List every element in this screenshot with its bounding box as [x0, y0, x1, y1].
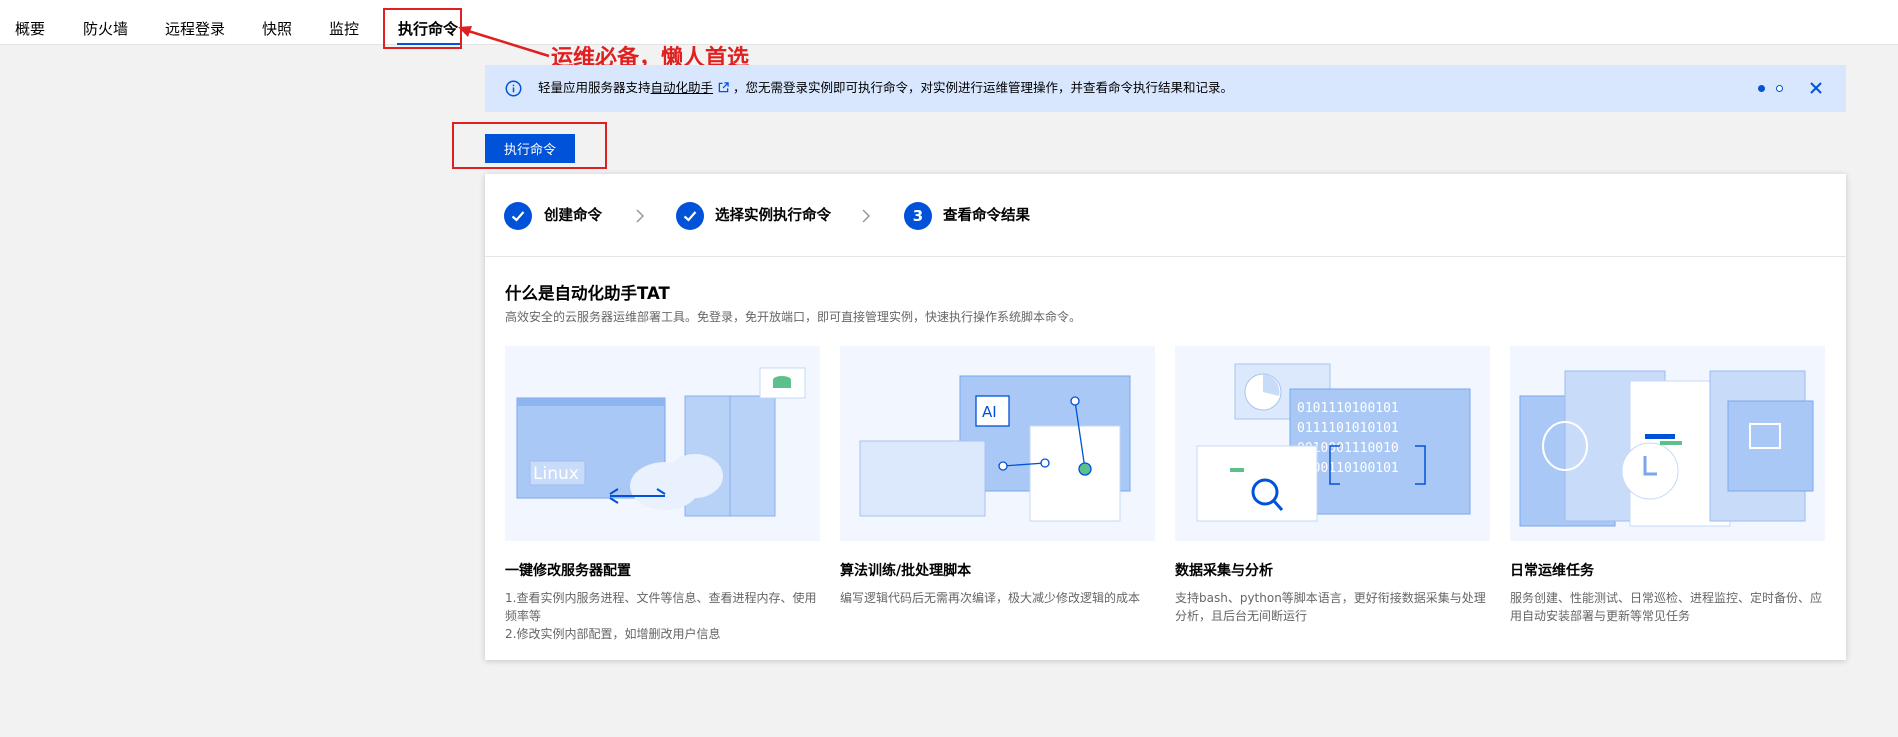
binary-text-line: 0111101010101 [1297, 421, 1399, 436]
binary-text-line: 0101110100101 [1297, 401, 1399, 416]
highlight-box-tab [383, 8, 462, 49]
feature-desc: 编写逻辑代码后无需再次编译，极大减少修改逻辑的成本 [840, 589, 1155, 607]
tab-remote-login[interactable]: 远程登录 [165, 20, 225, 38]
guide-card: 创建命令 选择实例执行命令 3 查看命令结果 什么是自动化助手TAT 高效安全的… [485, 174, 1846, 660]
info-banner: 轻量应用服务器支持自动化助手 ，您无需登录实例即可执行命令，对实例进行运维管理操作… [485, 65, 1846, 112]
feature-desc: 支持bash、python等脚本语言，更好衔接数据采集与处理分析，且后台无间断运… [1175, 589, 1490, 625]
annotation-arrow-icon [458, 26, 550, 58]
info-icon [505, 80, 522, 97]
step-2-label: 选择实例执行命令 [715, 208, 831, 224]
feature-card-data-analysis: 0101110100101 0111101010101 001000111001… [1175, 346, 1490, 625]
data-analysis-illustration: 0101110100101 0111101010101 001000111001… [1175, 346, 1490, 541]
close-icon[interactable] [1809, 81, 1823, 95]
step-1-label: 创建命令 [544, 208, 602, 224]
tab-bar: 概要 防火墙 远程登录 快照 监控 执行命令 [0, 0, 1898, 45]
feature-desc-line: 1.查看实例内服务进程、文件等信息、查看进程内存、使用频率等 [505, 591, 817, 623]
feature-desc-line: 服务创建、性能测试、日常巡检、进程监控、定时备份、应用自动安装部署与更新等常见任… [1510, 591, 1823, 623]
steps-bar: 创建命令 选择实例执行命令 3 查看命令结果 [485, 174, 1846, 257]
step-2-check-icon [676, 202, 704, 230]
tab-monitor[interactable]: 监控 [329, 20, 359, 38]
tab-firewall[interactable]: 防火墙 [83, 20, 128, 38]
feature-card-server-config: Linux 一键修改服务器配置 1.查看实例内服务进程、文件等信息、查看进程内存… [505, 346, 820, 643]
carousel-dot-active[interactable] [1758, 85, 1765, 92]
carousel-dot[interactable] [1776, 85, 1783, 92]
feature-card-algorithm: AI 算法训练/批处理脚本 编写逻辑代码后无需再次编译，极大减少修改逻辑的成本 [840, 346, 1155, 607]
feature-title: 算法训练/批处理脚本 [840, 563, 972, 579]
algorithm-illustration: AI [840, 346, 1155, 541]
chevron-right-icon [862, 209, 871, 223]
banner-text-before: 轻量应用服务器支持 [538, 80, 651, 95]
tab-snapshot[interactable]: 快照 [262, 20, 292, 38]
tat-link[interactable]: 自动化助手 [651, 80, 714, 95]
feature-title: 数据采集与分析 [1175, 563, 1273, 579]
banner-text-after: ，您无需登录实例即可执行命令，对实例进行运维管理操作，并查看命令执行结果和记录。 [733, 80, 1234, 95]
ops-tasks-illustration [1510, 346, 1825, 541]
section-title: 什么是自动化助手TAT [505, 284, 670, 303]
server-config-illustration: Linux [505, 346, 820, 541]
feature-desc: 服务创建、性能测试、日常巡检、进程监控、定时备份、应用自动安装部署与更新等常见任… [1510, 589, 1825, 625]
chevron-right-icon [636, 209, 645, 223]
step-3-label: 查看命令结果 [943, 208, 1030, 224]
feature-desc-line: 支持bash、python等脚本语言，更好衔接数据采集与处理分析，且后台无间断运… [1175, 591, 1486, 623]
step-3-number: 3 [904, 202, 932, 230]
execute-command-button[interactable]: 执行命令 [485, 134, 575, 163]
feature-title: 日常运维任务 [1510, 563, 1594, 579]
feature-desc-line: 2.修改实例内部配置，如增删改用户信息 [505, 627, 721, 641]
feature-title: 一键修改服务器配置 [505, 563, 631, 579]
feature-desc-line: 编写逻辑代码后无需再次编译，极大减少修改逻辑的成本 [840, 591, 1141, 605]
tab-overview[interactable]: 概要 [15, 20, 45, 38]
linux-label: Linux [533, 464, 579, 484]
section-desc: 高效安全的云服务器运维部署工具。免登录，免开放端口，即可直接管理实例，快速执行操… [505, 310, 1082, 324]
feature-desc: 1.查看实例内服务进程、文件等信息、查看进程内存、使用频率等 2.修改实例内部配… [505, 589, 820, 643]
step-1-check-icon [504, 202, 532, 230]
external-link-icon[interactable] [718, 82, 729, 93]
ai-label: AI [982, 403, 997, 421]
feature-card-ops-tasks: 日常运维任务 服务创建、性能测试、日常巡检、进程监控、定时备份、应用自动安装部署… [1510, 346, 1825, 625]
banner-text: 轻量应用服务器支持自动化助手 ，您无需登录实例即可执行命令，对实例进行运维管理操作… [538, 79, 1233, 97]
